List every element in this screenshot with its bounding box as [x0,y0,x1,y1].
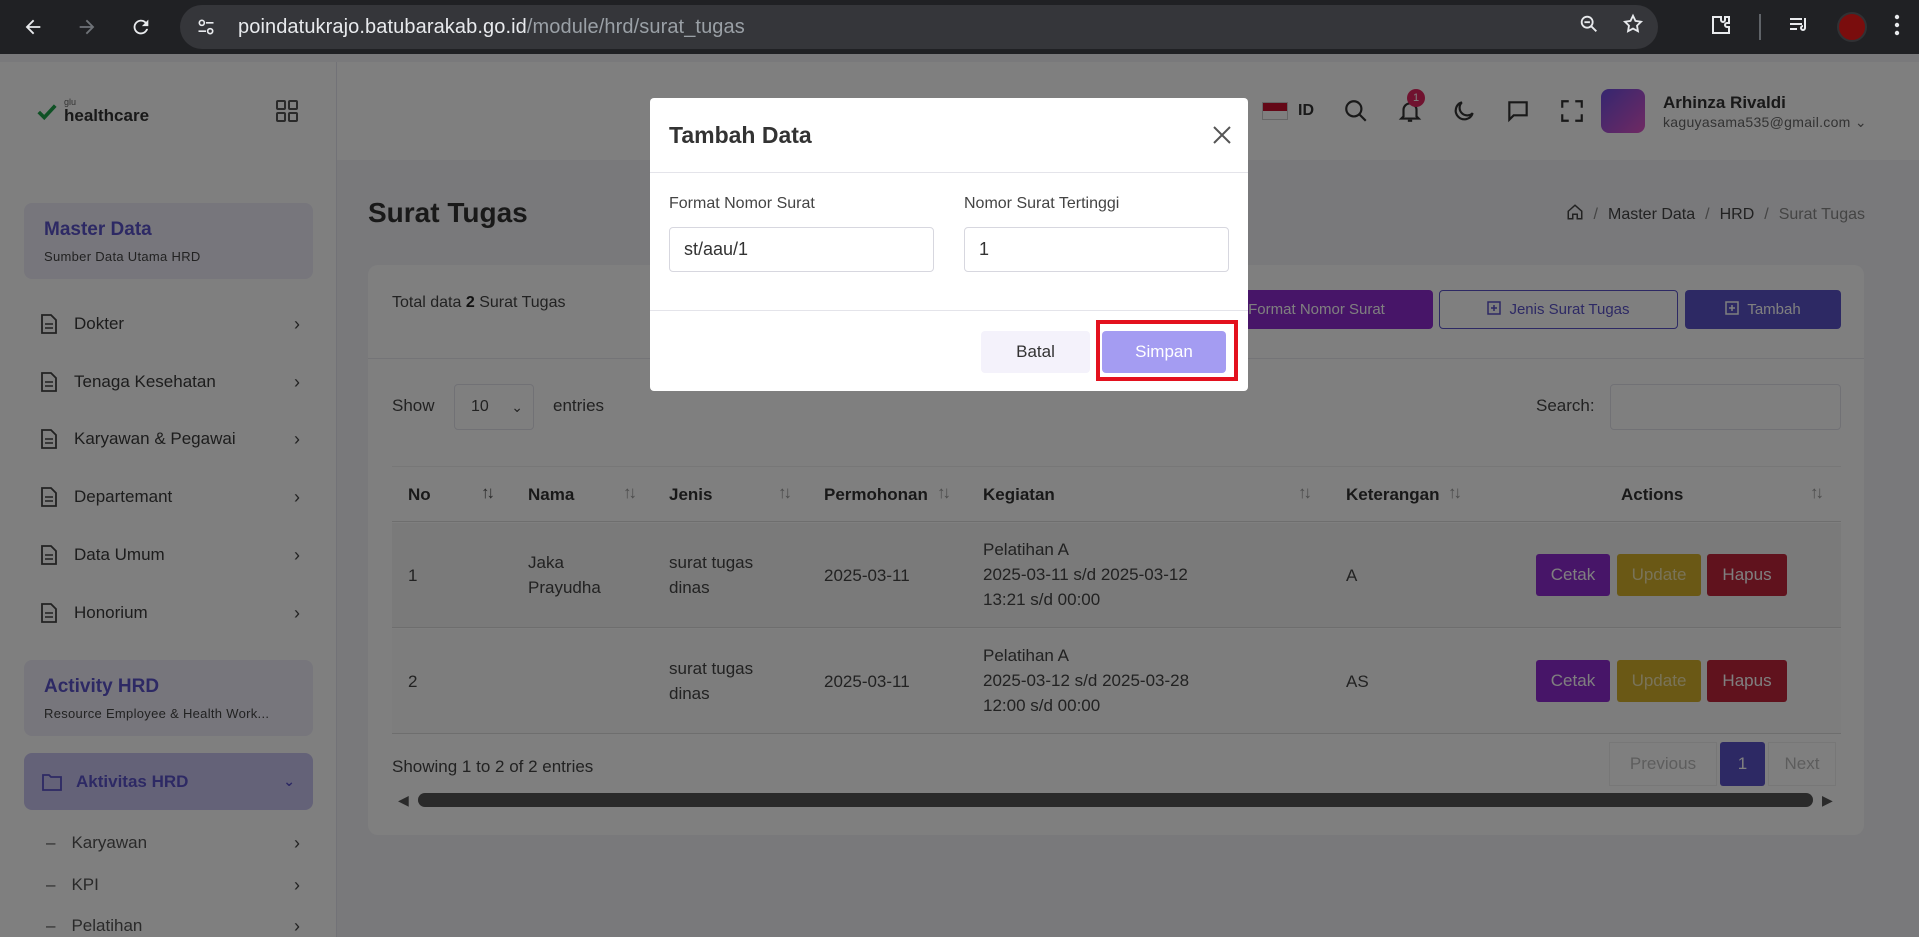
format-nomor-surat-input[interactable] [669,227,934,272]
back-icon[interactable] [13,7,53,47]
nomor-surat-tertinggi-input[interactable] [964,227,1229,272]
url-host: poindatukrajo.batubarakab.go.id [238,15,527,38]
nomor-surat-tertinggi-label: Nomor Surat Tertinggi [964,195,1120,212]
site-settings-icon[interactable] [192,13,220,41]
profile-avatar-icon[interactable] [1837,12,1867,42]
address-bar[interactable]: poindatukrajo.batubarakab.go.id/module/h… [180,5,1658,49]
chrome-menu-icon[interactable] [1893,14,1901,41]
reload-icon[interactable] [121,7,161,47]
bookmark-star-icon[interactable] [1622,13,1644,40]
url-text: poindatukrajo.batubarakab.go.id/module/h… [238,16,745,39]
toolbar-divider [1759,14,1761,40]
close-icon[interactable] [1207,120,1237,150]
url-path: /module/hrd/surat_tugas [526,15,745,38]
highlight-annotation-box [1096,320,1238,381]
format-nomor-surat-label: Format Nomor Surat [669,195,815,212]
extensions-icon[interactable] [1709,13,1733,42]
modal-header-divider [650,172,1248,173]
browser-toolbar: poindatukrajo.batubarakab.go.id/module/h… [0,0,1919,54]
media-control-icon[interactable] [1787,13,1811,42]
modal-footer-divider [650,310,1248,311]
zoom-icon[interactable] [1578,13,1600,40]
forward-icon[interactable] [67,7,107,47]
modal-title: Tambah Data [669,122,812,148]
batal-button[interactable]: Batal [981,331,1090,373]
